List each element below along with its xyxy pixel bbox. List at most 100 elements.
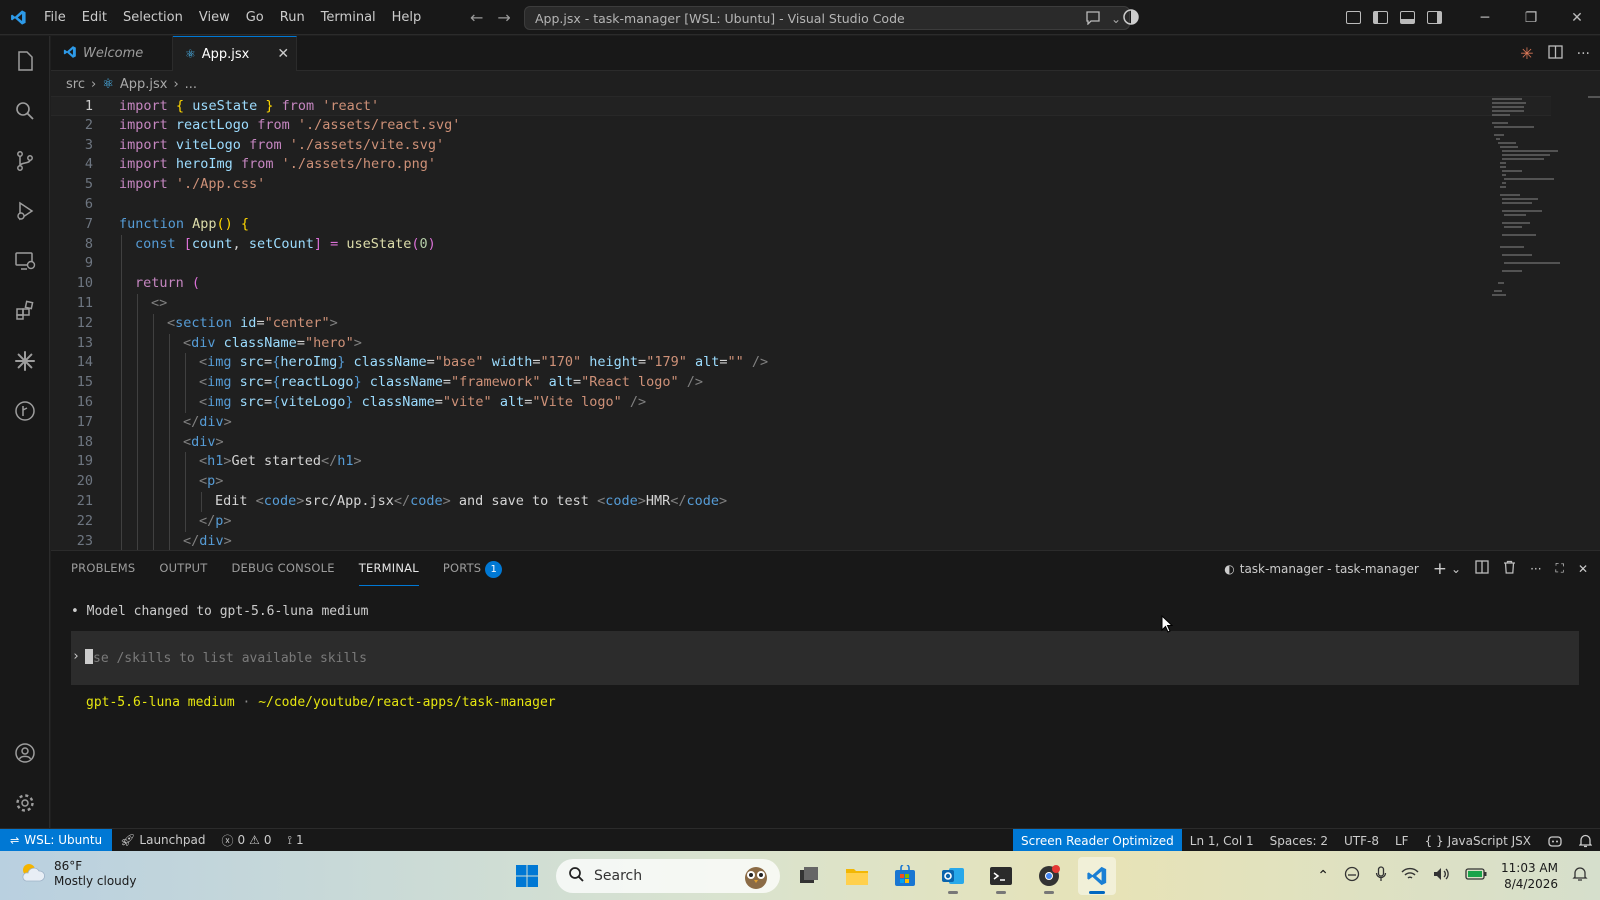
- maximize-panel-icon[interactable]: ⛶: [1556, 561, 1564, 576]
- code-line[interactable]: 19 <h1>Get started</h1>: [51, 452, 1551, 473]
- system-clock[interactable]: 11:03 AM 8/4/2026: [1501, 860, 1558, 892]
- forward-arrow-icon[interactable]: →: [497, 8, 510, 27]
- tab-terminal[interactable]: TERMINAL: [358, 551, 419, 586]
- screen-reader-indicator[interactable]: Screen Reader Optimized: [1013, 829, 1182, 852]
- code-line[interactable]: 14 <img src={heroImg} className="base" wi…: [51, 353, 1551, 374]
- file-explorer-icon[interactable]: [838, 857, 876, 895]
- code-line[interactable]: 18 <div>: [51, 432, 1551, 453]
- microsoft-store-icon[interactable]: [886, 857, 924, 895]
- breadcrumb-file[interactable]: App.jsx: [120, 77, 168, 92]
- code-line[interactable]: 20 <p>: [51, 472, 1551, 492]
- menu-help[interactable]: Help: [384, 0, 430, 35]
- menu-edit[interactable]: Edit: [74, 0, 115, 35]
- notifications-bell-icon[interactable]: [1571, 829, 1600, 852]
- close-panel-icon[interactable]: ✕: [1578, 562, 1588, 576]
- microphone-icon[interactable]: [1375, 866, 1387, 885]
- menu-selection[interactable]: Selection: [115, 0, 191, 35]
- terminal-instance[interactable]: ◐ task-manager - task-manager: [1224, 562, 1419, 576]
- tab-problems[interactable]: PROBLEMS: [71, 551, 135, 586]
- wifi-icon[interactable]: [1401, 867, 1419, 884]
- taskbar-search[interactable]: Search: [556, 859, 780, 893]
- breadcrumb-folder[interactable]: src: [66, 77, 85, 92]
- terminal-prompt-input[interactable]: › se /skills to list available skills: [71, 631, 1579, 685]
- split-editor-icon[interactable]: [1547, 44, 1563, 63]
- breadcrumb-more[interactable]: ...: [185, 77, 197, 92]
- vscode-taskbar-icon[interactable]: [1078, 857, 1116, 895]
- trash-icon[interactable]: [1503, 560, 1516, 577]
- volume-icon[interactable]: [1433, 867, 1451, 884]
- battery-icon[interactable]: [1465, 868, 1487, 883]
- launchpad-button[interactable]: 🚀︎ Launchpad: [112, 829, 213, 852]
- menu-view[interactable]: View: [191, 0, 238, 35]
- vscode-logo-icon[interactable]: [0, 0, 36, 35]
- minimize-icon[interactable]: ─: [1462, 0, 1508, 35]
- tab-debug-console[interactable]: DEBUG CONSOLE: [231, 551, 334, 586]
- code-editor[interactable]: 1 import { useState } from 'react' 2 impor…: [51, 96, 1551, 550]
- chevron-up-icon[interactable]: ⌃: [1317, 868, 1329, 884]
- new-terminal-icon[interactable]: +: [1433, 559, 1447, 579]
- menu-go[interactable]: Go: [238, 0, 272, 35]
- close-icon[interactable]: ✕: [277, 46, 289, 62]
- chevron-down-icon[interactable]: ⌄: [1111, 12, 1121, 26]
- indentation[interactable]: Spaces: 2: [1262, 829, 1336, 852]
- code-line[interactable]: 21 Edit <code>src/App.jsx</code> and save…: [51, 491, 1551, 512]
- code-line[interactable]: 10 return (: [51, 274, 1551, 294]
- code-line[interactable]: 12 <section id="center">: [51, 313, 1551, 334]
- claude-icon[interactable]: [0, 336, 50, 386]
- problems-indicator[interactable]: ⓧ 0 ⚠ 0: [213, 829, 279, 852]
- command-center[interactable]: App.jsx - task-manager [WSL: Ubuntu] - V…: [524, 6, 1130, 30]
- code-line[interactable]: 3 import viteLogo from './assets/vite.svg…: [51, 136, 1551, 156]
- restore-icon[interactable]: ❐: [1508, 0, 1554, 35]
- customize-layout-icon[interactable]: [1346, 11, 1361, 24]
- chevron-down-icon[interactable]: ⌄: [1451, 562, 1461, 576]
- tab-ports[interactable]: PORTS 1: [443, 551, 503, 586]
- outlook-icon[interactable]: [934, 857, 972, 895]
- tab-welcome[interactable]: Welcome: [51, 36, 173, 71]
- more-actions-icon[interactable]: ···: [1530, 562, 1541, 576]
- code-line[interactable]: 17 </div>: [51, 412, 1551, 433]
- cursor-position[interactable]: Ln 1, Col 1: [1182, 829, 1262, 852]
- end-of-line[interactable]: LF: [1387, 829, 1417, 852]
- onedrive-icon[interactable]: [1343, 866, 1361, 885]
- toggle-primary-sidebar-icon[interactable]: [1373, 11, 1388, 24]
- accounts-icon[interactable]: [0, 728, 50, 778]
- back-arrow-icon[interactable]: ←: [470, 8, 483, 27]
- code-line[interactable]: 2 import reactLogo from './assets/react.s…: [51, 116, 1551, 136]
- search-icon[interactable]: [0, 86, 50, 136]
- more-actions-icon[interactable]: ···: [1577, 46, 1590, 62]
- settings-gear-icon[interactable]: [0, 778, 50, 828]
- explorer-icon[interactable]: [0, 36, 50, 86]
- tab-app-jsx[interactable]: ⚛ App.jsx ✕: [173, 36, 297, 71]
- chat-icon[interactable]: [1085, 10, 1101, 28]
- language-mode[interactable]: { } JavaScript JSX: [1417, 829, 1539, 852]
- copilot-status-icon[interactable]: [1539, 829, 1571, 852]
- chrome-icon[interactable]: [1030, 857, 1068, 895]
- toggle-panel-icon[interactable]: [1400, 11, 1415, 24]
- code-line[interactable]: 6: [51, 195, 1551, 215]
- close-window-icon[interactable]: ✕: [1554, 0, 1600, 35]
- code-line[interactable]: 15 <img src={reactLogo} className="framew…: [51, 373, 1551, 393]
- notification-center-icon[interactable]: [1572, 866, 1588, 885]
- code-line[interactable]: 11 <>: [51, 293, 1551, 314]
- code-line[interactable]: 8 const [count, setCount] = useState(0): [51, 234, 1551, 255]
- code-line[interactable]: 5 import './App.css': [51, 175, 1551, 195]
- code-line[interactable]: 4 import heroImg from './assets/hero.png': [51, 155, 1551, 175]
- toggle-secondary-sidebar-icon[interactable]: [1427, 11, 1442, 24]
- gitlens-icon[interactable]: [0, 386, 50, 436]
- tab-output[interactable]: OUTPUT: [159, 551, 207, 586]
- editor-scrollbar[interactable]: [1588, 96, 1600, 98]
- claude-code-icon[interactable]: ✳: [1520, 44, 1533, 63]
- run-debug-icon[interactable]: [0, 186, 50, 236]
- code-line[interactable]: 16 <img src={viteLogo} className="vite" a…: [51, 392, 1551, 413]
- weather-widget[interactable]: 86°F Mostly cloudy: [18, 859, 137, 889]
- code-line[interactable]: 9: [51, 254, 1551, 275]
- menu-terminal[interactable]: Terminal: [313, 0, 384, 35]
- ports-indicator[interactable]: ⟟ 1: [280, 829, 312, 852]
- extensions-icon[interactable]: [0, 286, 50, 336]
- remote-explorer-icon[interactable]: [0, 236, 50, 286]
- code-line[interactable]: 22 </p>: [51, 511, 1551, 532]
- split-terminal-icon[interactable]: [1475, 560, 1489, 577]
- source-control-icon[interactable]: [0, 136, 50, 186]
- remote-indicator[interactable]: ⇌ WSL: Ubuntu: [0, 828, 113, 852]
- menu-run[interactable]: Run: [272, 0, 313, 35]
